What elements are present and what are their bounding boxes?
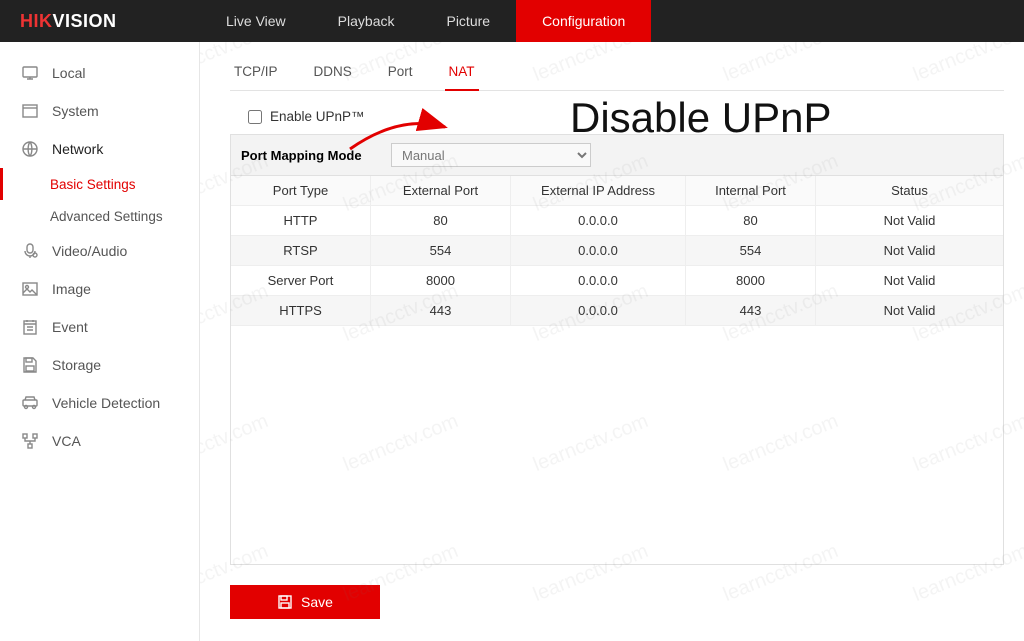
image-icon	[20, 279, 40, 299]
sidebar-item-video-audio[interactable]: Video/Audio	[0, 232, 199, 270]
col-external-port: External Port	[371, 176, 511, 205]
top-header: HIKVISION Live ViewPlaybackPictureConfig…	[0, 0, 1024, 42]
save-button[interactable]: Save	[230, 585, 380, 619]
table-row[interactable]: HTTPS4430.0.0.0443Not Valid	[231, 296, 1003, 326]
nav-playback[interactable]: Playback	[312, 0, 421, 42]
enable-upnp-checkbox[interactable]	[248, 110, 262, 124]
port-mapping-mode-label: Port Mapping Mode	[241, 148, 391, 163]
subtab-bar: TCP/IP DDNS Port NAT	[230, 56, 1004, 91]
cell-internal-port: 8000	[686, 266, 816, 295]
col-external-ip: External IP Address	[511, 176, 686, 205]
subtab-port[interactable]: Port	[384, 56, 417, 90]
sidebar-item-vca[interactable]: VCA	[0, 422, 199, 460]
annotation-text: Disable UPnP	[570, 94, 831, 142]
col-internal-port: Internal Port	[686, 176, 816, 205]
cell-external-ip: 0.0.0.0	[511, 206, 686, 235]
nav-configuration[interactable]: Configuration	[516, 0, 651, 42]
brand-logo: HIKVISION	[0, 11, 200, 32]
subtab-ddns[interactable]: DDNS	[310, 56, 356, 90]
table-row[interactable]: RTSP5540.0.0.0554Not Valid	[231, 236, 1003, 266]
save-button-label: Save	[301, 594, 333, 610]
table-row[interactable]: HTTP800.0.0.080Not Valid	[231, 206, 1003, 236]
sidebar-item-event[interactable]: Event	[0, 308, 199, 346]
col-port-type: Port Type	[231, 176, 371, 205]
cell-status: Not Valid	[816, 206, 1003, 235]
content-area: learncctv.comlearncctv.comlearncctv.coml…	[200, 42, 1024, 641]
table-row[interactable]: Server Port80000.0.0.08000Not Valid	[231, 266, 1003, 296]
subtab-tcp-ip[interactable]: TCP/IP	[230, 56, 282, 90]
sidebar: LocalSystemNetworkBasic SettingsAdvanced…	[0, 42, 200, 641]
enable-upnp-label: Enable UPnP™	[270, 109, 365, 124]
sidebar-item-image[interactable]: Image	[0, 270, 199, 308]
cell-external-ip: 0.0.0.0	[511, 236, 686, 265]
monitor-icon	[20, 63, 40, 83]
sidebar-item-local[interactable]: Local	[0, 54, 199, 92]
top-nav: Live ViewPlaybackPictureConfiguration	[200, 0, 651, 42]
save-icon	[277, 594, 293, 610]
cell-status: Not Valid	[816, 266, 1003, 295]
cell-status: Not Valid	[816, 236, 1003, 265]
nav-live-view[interactable]: Live View	[200, 0, 312, 42]
storage-icon	[20, 355, 40, 375]
sidebar-item-system[interactable]: System	[0, 92, 199, 130]
col-status: Status	[816, 176, 1003, 205]
port-mapping-table: Port Type External Port External IP Addr…	[230, 175, 1004, 565]
cell-external-ip: 0.0.0.0	[511, 266, 686, 295]
mic-icon	[20, 241, 40, 261]
cell-internal-port: 443	[686, 296, 816, 325]
port-mapping-mode-select[interactable]: Manual	[391, 143, 591, 167]
vca-icon	[20, 431, 40, 451]
sidebar-sub-advanced-settings[interactable]: Advanced Settings	[0, 200, 199, 232]
cell-external-port: 8000	[371, 266, 511, 295]
sidebar-item-storage[interactable]: Storage	[0, 346, 199, 384]
cell-external-port: 80	[371, 206, 511, 235]
cell-port-type: HTTP	[231, 206, 371, 235]
subtab-nat[interactable]: NAT	[445, 56, 479, 91]
cell-internal-port: 554	[686, 236, 816, 265]
event-icon	[20, 317, 40, 337]
sidebar-item-network[interactable]: Network	[0, 130, 199, 168]
cell-external-port: 443	[371, 296, 511, 325]
cell-port-type: Server Port	[231, 266, 371, 295]
nav-picture[interactable]: Picture	[420, 0, 516, 42]
cell-port-type: RTSP	[231, 236, 371, 265]
table-header-row: Port Type External Port External IP Addr…	[231, 176, 1003, 206]
cell-internal-port: 80	[686, 206, 816, 235]
system-icon	[20, 101, 40, 121]
sidebar-item-vehicle-detection[interactable]: Vehicle Detection	[0, 384, 199, 422]
globe-icon	[20, 139, 40, 159]
cell-external-ip: 0.0.0.0	[511, 296, 686, 325]
cell-port-type: HTTPS	[231, 296, 371, 325]
cell-external-port: 554	[371, 236, 511, 265]
vehicle-icon	[20, 393, 40, 413]
sidebar-sub-basic-settings[interactable]: Basic Settings	[0, 168, 199, 200]
cell-status: Not Valid	[816, 296, 1003, 325]
